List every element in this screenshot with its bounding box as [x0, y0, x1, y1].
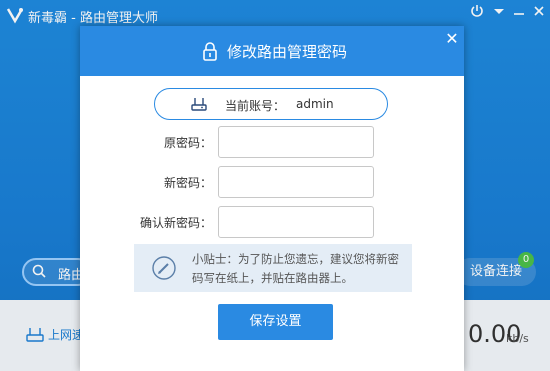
change-password-dialog: 修改路由管理密码 ✕ 当前账号： admin 原密码： 新密码： 确认新密码： — [80, 26, 464, 371]
tip-box: 小贴士：为了防止您遗忘，建议您将新密码写在纸上，并贴在路由器上。 — [134, 244, 412, 292]
old-password-input[interactable] — [218, 126, 374, 158]
save-settings-button[interactable]: 保存设置 — [218, 304, 333, 340]
old-password-label: 原密码： — [163, 136, 212, 150]
new-password-label: 新密码： — [163, 176, 212, 190]
account-label: 当前账号： — [225, 99, 286, 113]
new-password-input[interactable] — [218, 166, 374, 198]
dialog-title: 修改路由管理密码 — [227, 43, 348, 61]
confirm-password-label: 确认新密码： — [139, 216, 212, 230]
dialog-header: 修改路由管理密码 ✕ — [80, 26, 464, 76]
dialog-close-icon[interactable]: ✕ — [443, 30, 461, 48]
tip-text: 小贴士：为了防止您遗忘，建议您将新密码写在纸上，并贴在路由器上。 — [192, 252, 399, 285]
router-icon — [191, 98, 207, 111]
account-value: admin — [296, 97, 334, 111]
lock-icon — [203, 42, 217, 61]
confirm-password-input[interactable] — [218, 206, 374, 238]
modal-overlay: 修改路由管理密码 ✕ 当前账号： admin 原密码： 新密码： 确认新密码： — [0, 0, 550, 371]
pencil-icon — [152, 256, 176, 280]
current-account-pill: 当前账号： admin — [154, 88, 388, 120]
